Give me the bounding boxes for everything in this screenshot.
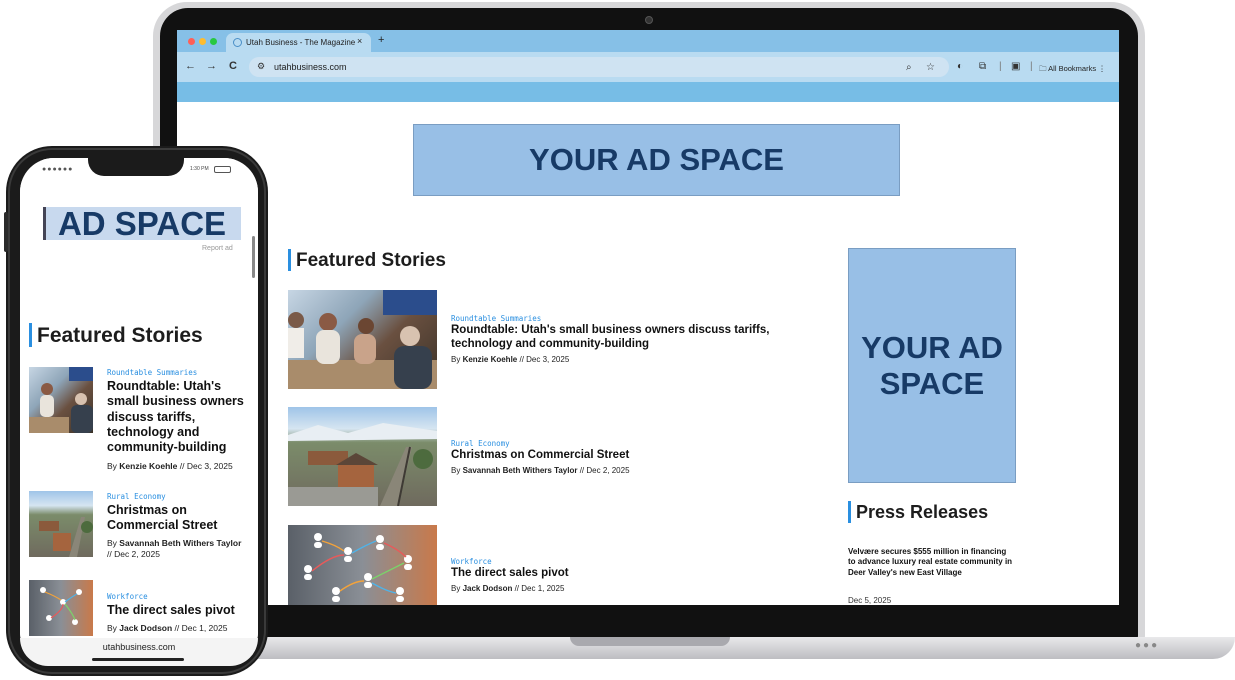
section-accent-bar [848, 501, 851, 523]
story-author[interactable]: Savannah Beth Withers Taylor [463, 466, 578, 475]
site-info-icon[interactable]: ⚙ [257, 61, 265, 72]
minimize-window-icon[interactable] [199, 38, 206, 45]
story-category[interactable]: Workforce [451, 557, 492, 566]
zoom-icon[interactable]: ⌕ [906, 62, 912, 73]
story-title[interactable]: Roundtable: Utah's small business owners… [107, 379, 252, 455]
commercial-street-photo [288, 423, 437, 506]
tab-title: Utah Business - The Magazine [246, 38, 356, 47]
battery-icon [214, 166, 231, 173]
roundtable-photo [288, 290, 437, 389]
story-thumbnail[interactable] [288, 290, 437, 389]
roundtable-photo [29, 367, 93, 433]
new-tab-button[interactable]: + [378, 34, 384, 46]
story-title[interactable]: The direct sales pivot [107, 603, 247, 618]
back-button[interactable]: ← [185, 60, 196, 72]
home-indicator[interactable] [92, 658, 184, 661]
story-byline: By Savannah Beth Withers Taylor // Dec 2… [107, 538, 242, 560]
reload-button[interactable]: C [229, 60, 237, 72]
press-releases-heading: Press Releases [856, 502, 989, 522]
phone-url-text[interactable]: utahbusiness.com [20, 642, 258, 652]
story-category[interactable]: Rural Economy [451, 439, 510, 448]
featured-stories-heading: Featured Stories [296, 250, 446, 271]
close-window-icon[interactable] [188, 38, 195, 45]
phone-ad-banner[interactable]: AD SPACE [43, 205, 241, 242]
byline-prefix: By [451, 355, 463, 364]
story-byline: By Jack Dodson // Dec 1, 2025 [107, 623, 227, 633]
bookmark-star-icon[interactable]: ☆ [926, 62, 935, 73]
laptop-base-dots: ●●● [1135, 640, 1160, 651]
story-date: // Dec 3, 2025 [517, 355, 570, 364]
story-date: // Dec 3, 2025 [177, 461, 233, 471]
close-tab-icon[interactable]: × [357, 36, 362, 46]
laptop-screen: Utah Business - The Magazine × + ← → C ⚙… [177, 30, 1119, 605]
story-thumbnail[interactable] [29, 491, 93, 557]
section-accent-bar [288, 249, 291, 271]
story-thumbnail[interactable] [29, 580, 93, 636]
story-thumbnail[interactable] [288, 407, 437, 506]
story-author[interactable]: Kenzie Koehle [463, 355, 518, 364]
all-bookmarks-label: All Bookmarks [1048, 64, 1097, 73]
story-category[interactable]: Roundtable Summaries [451, 314, 541, 323]
section-accent-bar [29, 323, 32, 347]
story-category[interactable]: Rural Economy [107, 492, 166, 501]
device-mockup: ●●● Utah Business - The Magazine × + ← →… [0, 0, 1235, 680]
toolbar-divider: | [999, 61, 1002, 72]
network-people-photo [304, 533, 412, 602]
phone-scrollbar[interactable] [252, 236, 255, 278]
signal-icon: ●●●●●● [42, 166, 74, 173]
extension-icon[interactable]: ◐ [957, 61, 963, 72]
story-byline: By Jack Dodson // Dec 1, 2025 [451, 584, 564, 593]
story-date: // Dec 2, 2025 [577, 466, 630, 475]
story-thumbnail[interactable] [29, 367, 93, 433]
story-date: // Dec 1, 2025 [172, 623, 228, 633]
phone-ad-accent [43, 207, 46, 240]
press-release-date: Dec 5, 2025 [848, 596, 892, 605]
story-title[interactable]: Christmas on Commercial Street [107, 503, 247, 534]
browser-tab-bar: Utah Business - The Magazine × + [177, 30, 1119, 52]
story-date: // Dec 1, 2025 [512, 584, 565, 593]
story-author[interactable]: Jack Dodson [463, 584, 513, 593]
commercial-street-photo [39, 517, 93, 557]
top-ad-banner[interactable]: YOUR AD SPACE [413, 124, 900, 196]
phone-notch [88, 152, 184, 176]
all-bookmarks-button[interactable]: 🗀 All Bookmarks ⋮ [1039, 63, 1106, 76]
status-time: 1:30 PM [190, 166, 209, 172]
press-release-title[interactable]: Velvære secures $555 million in financin… [848, 547, 1016, 578]
sidebar-ad[interactable]: YOUR AD SPACE [848, 248, 1016, 483]
phone-featured-heading: Featured Stories [37, 324, 203, 347]
story-thumbnail[interactable] [288, 525, 437, 605]
story-byline: By Kenzie Koehle // Dec 3, 2025 [107, 461, 233, 471]
laptop-notch [570, 637, 730, 646]
byline-prefix: By [107, 623, 120, 633]
address-bar[interactable] [249, 57, 949, 77]
puzzle-icon[interactable]: ⧉ [979, 61, 986, 72]
byline-prefix: By [451, 584, 463, 593]
byline-prefix: By [107, 538, 120, 548]
byline-prefix: By [107, 461, 120, 471]
story-title[interactable]: The direct sales pivot [451, 566, 781, 580]
side-panel-icon[interactable]: ▣ [1011, 61, 1020, 72]
story-author[interactable]: Savannah Beth Withers Taylor [119, 538, 241, 548]
story-author[interactable]: Jack Dodson [119, 623, 172, 633]
globe-icon [233, 38, 242, 47]
story-title[interactable]: Roundtable: Utah's small business owners… [451, 323, 781, 351]
report-ad-link[interactable]: Report ad [202, 245, 233, 252]
story-byline: By Savannah Beth Withers Taylor // Dec 2… [451, 466, 630, 475]
story-category[interactable]: Workforce [107, 592, 148, 601]
folder-icon: 🗀 [1039, 64, 1049, 73]
url-text[interactable]: utahbusiness.com [274, 62, 347, 72]
story-title[interactable]: Christmas on Commercial Street [451, 448, 781, 462]
maximize-window-icon[interactable] [210, 38, 217, 45]
story-date: // Dec 2, 2025 [107, 549, 160, 560]
story-author[interactable]: Kenzie Koehle [119, 461, 177, 471]
byline-prefix: By [451, 466, 463, 475]
story-category[interactable]: Roundtable Summaries [107, 368, 197, 377]
toolbar-divider: | [1030, 61, 1033, 72]
network-people-photo [40, 587, 82, 625]
story-byline: By Kenzie Koehle // Dec 3, 2025 [451, 355, 569, 364]
site-header-band [177, 82, 1119, 102]
camera-icon [645, 16, 653, 24]
forward-button[interactable]: → [206, 60, 217, 72]
browser-tab[interactable]: Utah Business - The Magazine [226, 33, 371, 52]
